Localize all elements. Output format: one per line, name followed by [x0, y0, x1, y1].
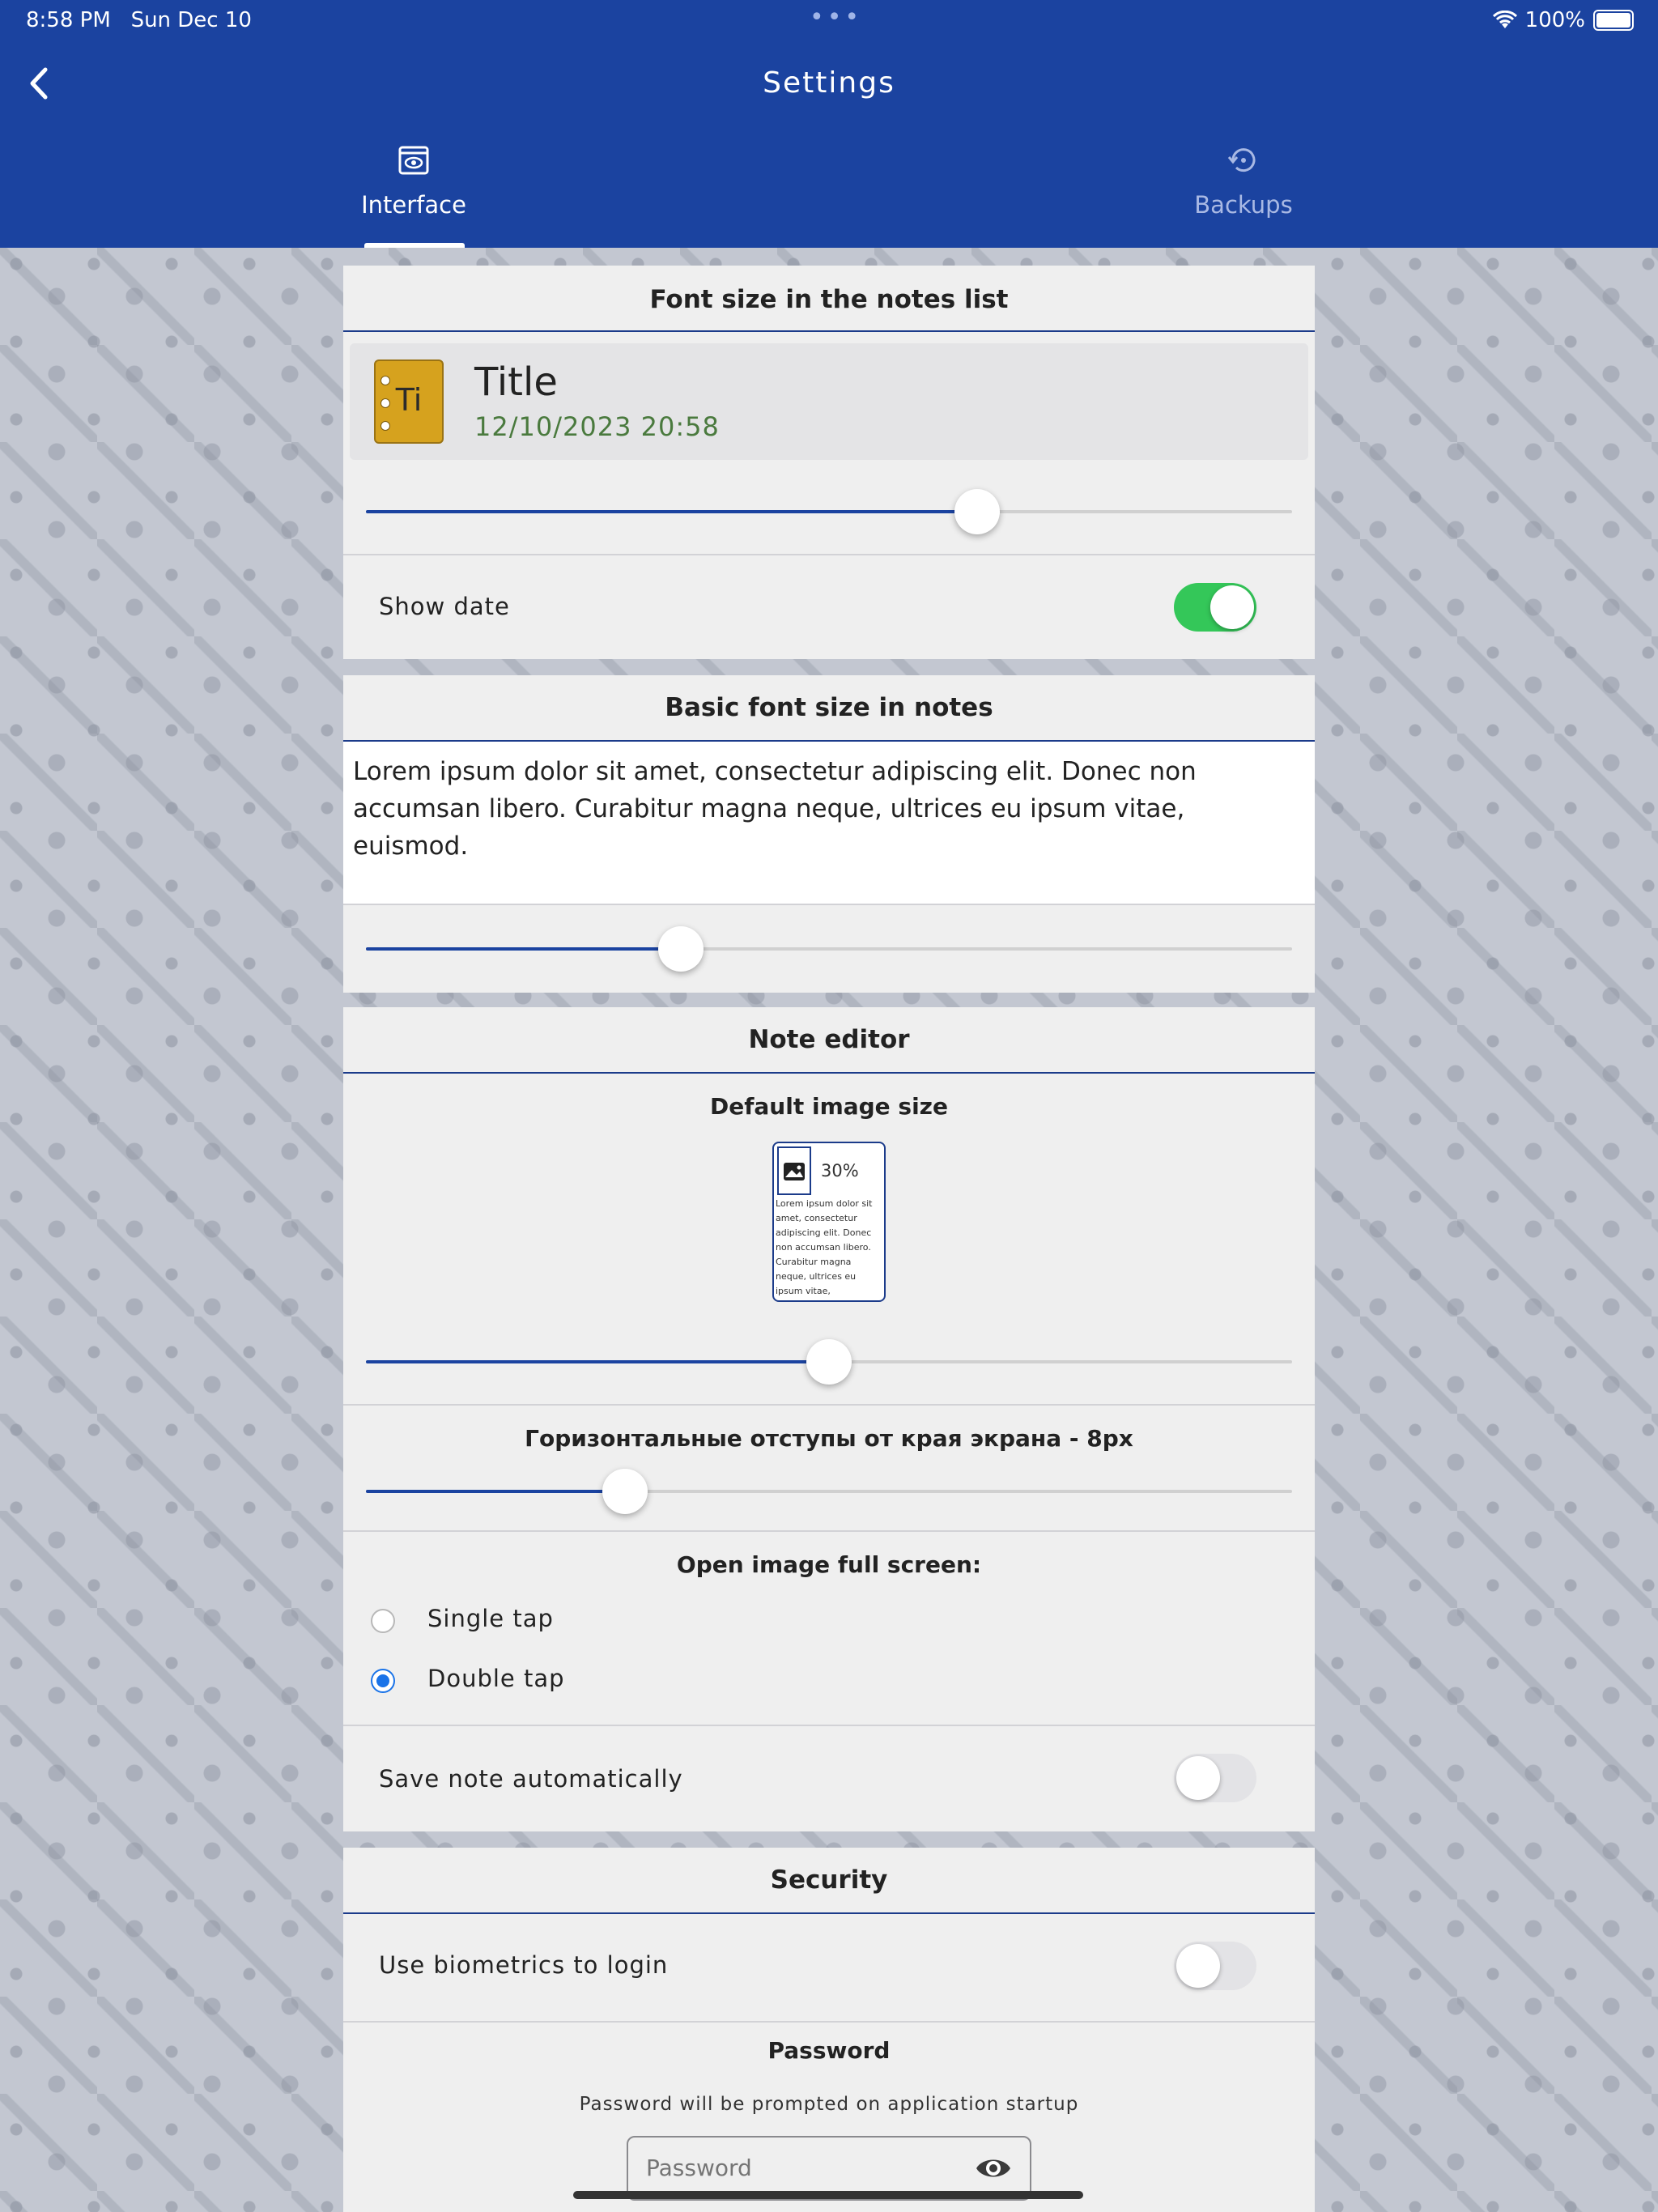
divider: [343, 554, 1315, 555]
slider-thumb[interactable]: [806, 1339, 852, 1385]
divider: [343, 904, 1315, 905]
font-sample-text: Lorem ipsum dolor sit amet, consectetur …: [353, 757, 1197, 861]
divider: [343, 2021, 1315, 2023]
section-title: Security: [770, 1865, 888, 1895]
preview-date: 12/10/2023 20:58: [474, 411, 720, 442]
image-percent: 30%: [821, 1161, 859, 1180]
notes-list-font-slider[interactable]: [366, 489, 1292, 534]
autosave-toggle[interactable]: [1174, 1754, 1256, 1802]
section-underline: [343, 1072, 1315, 1074]
slider-thumb[interactable]: [657, 926, 704, 972]
divider: [343, 1725, 1315, 1726]
battery-percent: 100%: [1524, 8, 1585, 32]
show-date-label: Show date: [379, 593, 510, 620]
eye-box-icon: [398, 146, 429, 175]
security-panel: Security Use biometrics to login Passwor…: [343, 1848, 1315, 2212]
header-bar: 8:58 PM Sun Dec 10 ••• 100% Settings Int…: [0, 0, 1658, 248]
restore-icon: [1227, 148, 1256, 172]
divider: [343, 1404, 1315, 1406]
image-size-preview: 30% Lorem ipsum dolor sit amet, consecte…: [772, 1142, 886, 1302]
tab-interface[interactable]: Interface: [292, 143, 535, 219]
basic-font-panel: Basic font size in notes Lorem ipsum dol…: [343, 675, 1315, 993]
home-indicator[interactable]: [573, 2191, 1083, 2199]
margins-label: Горизонтальные отступы от края экрана - …: [525, 1425, 1133, 1452]
note-preview-card: Ti Title 12/10/2023 20:58: [350, 343, 1308, 460]
show-date-toggle[interactable]: [1174, 583, 1256, 632]
status-time: 8:58 PM Sun Dec 10: [26, 8, 252, 32]
wifi-icon: [1492, 11, 1517, 28]
radio-double-tap[interactable]: [371, 1669, 395, 1693]
notes-list-font-panel: Font size in the notes list Ti Title 12/…: [343, 266, 1315, 659]
page-title: Settings: [763, 66, 895, 100]
biometrics-label: Use biometrics to login: [379, 1951, 669, 1979]
radio-single-tap[interactable]: [371, 1609, 395, 1633]
tab-backups-label: Backups: [1194, 191, 1293, 219]
divider: [343, 1530, 1315, 1532]
autosave-label: Save note automatically: [379, 1765, 683, 1793]
option-label: Double tap: [427, 1665, 565, 1692]
section-title: Basic font size in notes: [665, 693, 993, 722]
password-title: Password: [767, 2037, 891, 2064]
active-tab-indicator: [364, 243, 465, 248]
multitasking-dots[interactable]: •••: [810, 3, 862, 32]
biometrics-toggle[interactable]: [1174, 1942, 1256, 1990]
section-title: Note editor: [748, 1025, 910, 1054]
status-right: 100%: [1492, 8, 1634, 32]
open-image-label: Open image full screen:: [676, 1551, 982, 1578]
basic-font-slider[interactable]: [366, 926, 1292, 972]
margins-slider[interactable]: [366, 1469, 1292, 1514]
section-underline: [343, 1912, 1315, 1914]
image-preview-text: Lorem ipsum dolor sit amet, consectetur …: [776, 1198, 873, 1296]
password-hint: Password will be prompted on application…: [579, 2094, 1079, 2115]
notebook-icon: Ti: [374, 359, 444, 444]
tab-interface-label: Interface: [361, 191, 466, 219]
password-input[interactable]: [644, 2150, 955, 2184]
option-label: Single tap: [427, 1605, 554, 1632]
section-title: Font size in the notes list: [649, 285, 1009, 314]
note-editor-panel: Note editor Default image size 30% Lorem…: [343, 1007, 1315, 1831]
eye-icon[interactable]: [975, 2154, 1012, 2183]
image-size-label: Default image size: [710, 1093, 948, 1120]
section-underline: [343, 330, 1315, 332]
slider-thumb[interactable]: [954, 489, 1001, 534]
preview-title: Title: [474, 359, 558, 405]
battery-icon: [1593, 10, 1634, 31]
image-size-slider[interactable]: [366, 1339, 1292, 1385]
font-sample-box: Lorem ipsum dolor sit amet, consectetur …: [343, 742, 1315, 904]
image-icon: [777, 1146, 811, 1195]
tab-backups[interactable]: Backups: [1122, 143, 1365, 219]
slider-thumb[interactable]: [602, 1469, 648, 1514]
